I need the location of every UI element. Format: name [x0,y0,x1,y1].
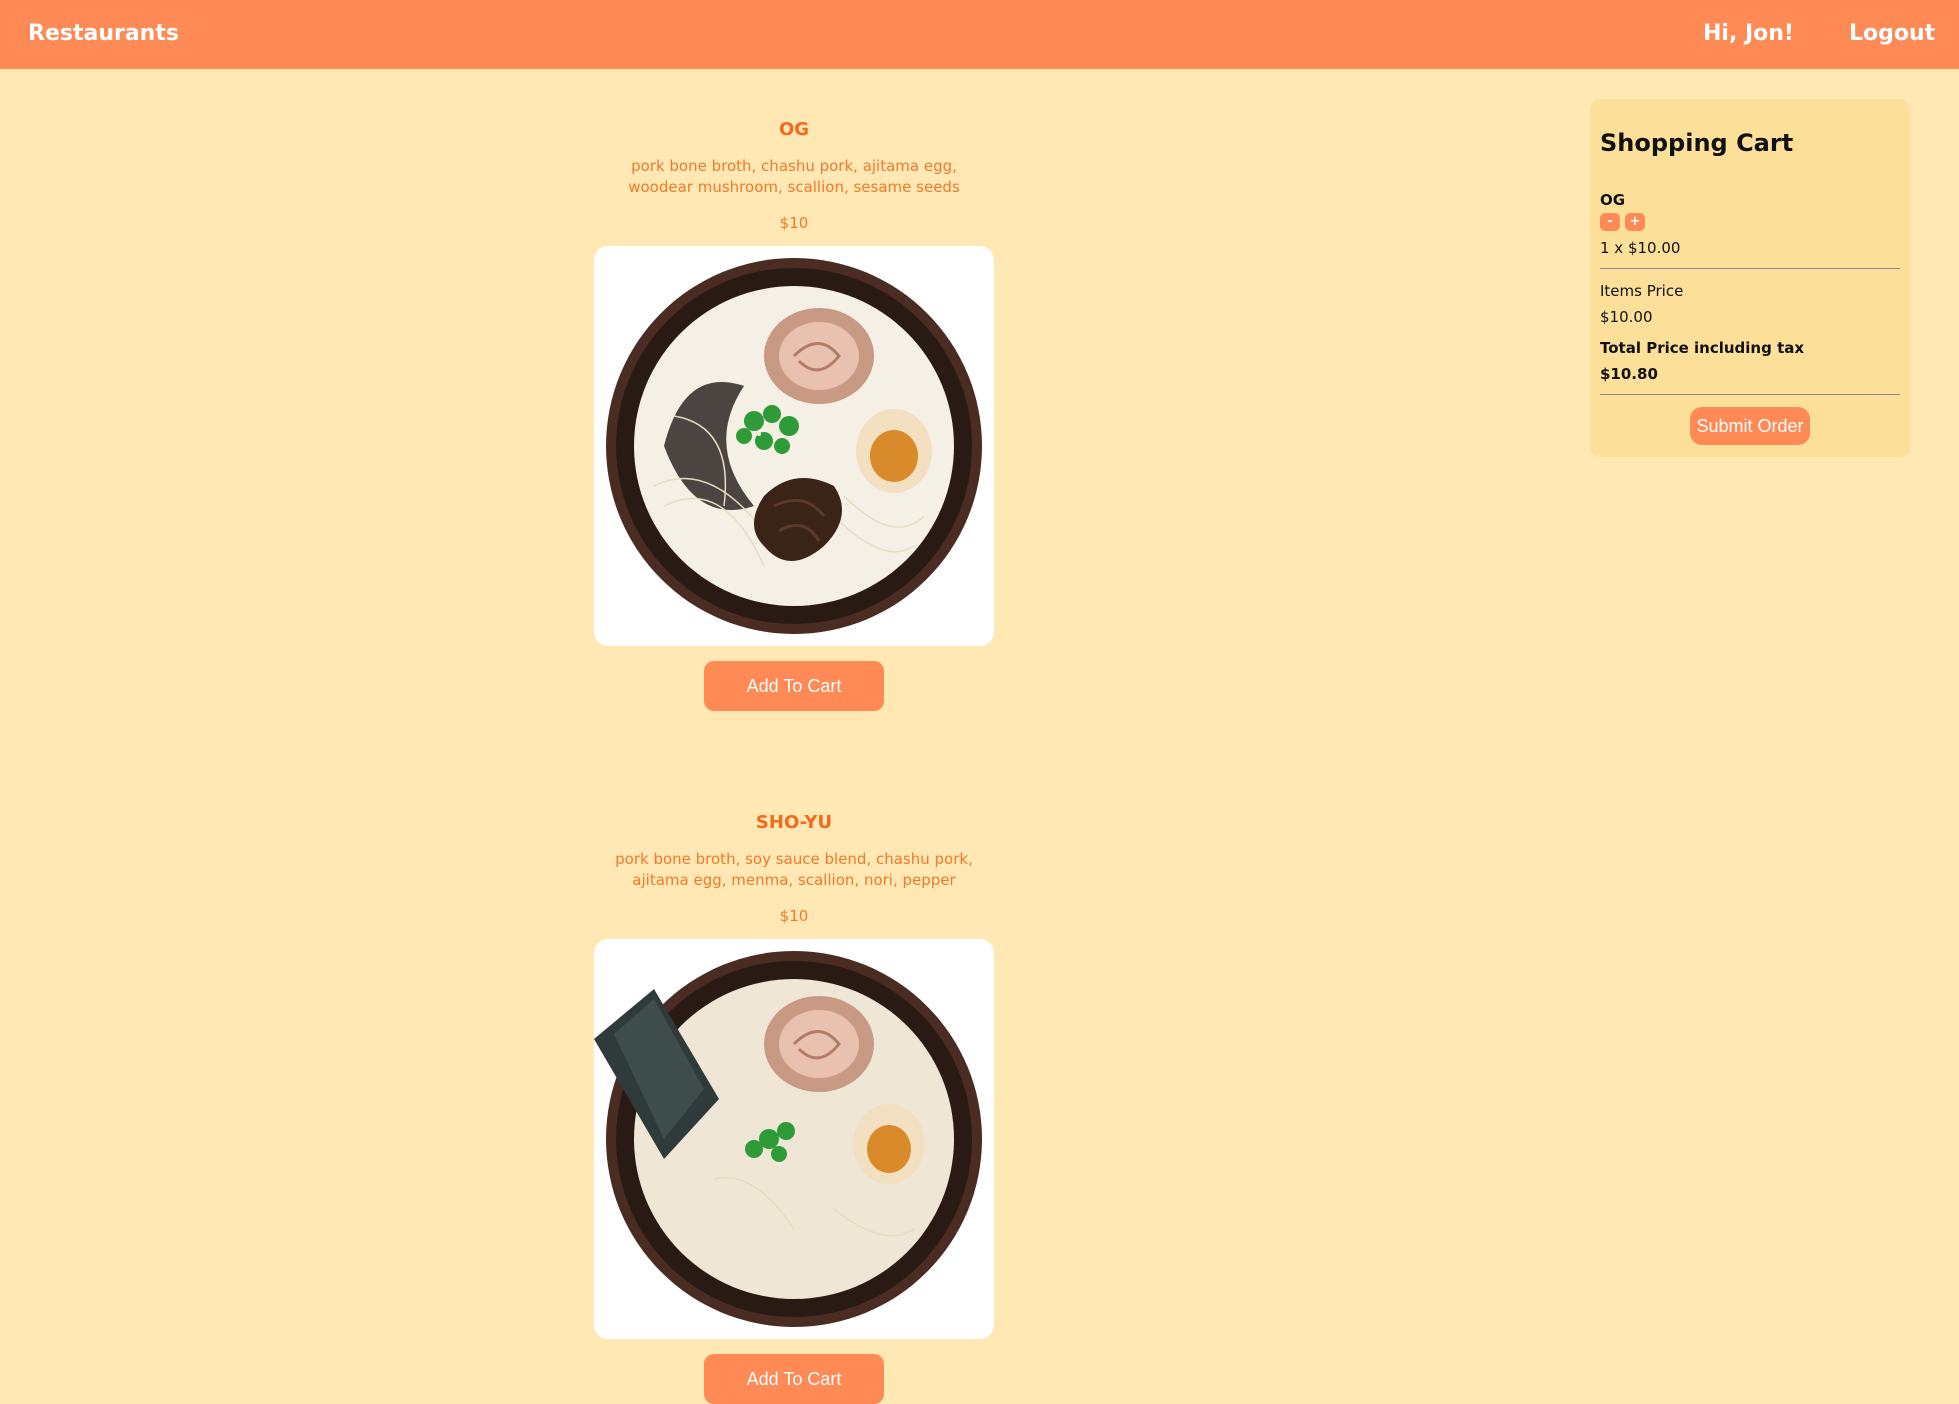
item-price: $10 [779,214,809,232]
og-ramen-photo [594,246,994,646]
shopping-cart-panel: Shopping Cart OG - + 1 x $10.00 Items Pr… [1590,99,1910,457]
menu-item-shoyu: SHO-YU pork bone broth, soy sauce blend,… [594,812,994,1404]
ramen-bowl-illustration [594,951,982,1327]
decrease-quantity-button[interactable]: - [1600,213,1620,231]
items-price-label: Items Price [1600,282,1684,300]
item-description: pork bone broth, soy sauce blend, chashu… [615,850,973,889]
user-greeting-link[interactable]: Hi, Jon! [1703,21,1794,46]
navbar: Restaurants Hi, Jon! Logout [0,0,1959,69]
add-to-cart-button[interactable]: Add To Cart [704,661,884,711]
ramen-bowl-illustration [606,258,982,634]
menu-item-og: OG pork bone broth, chashu pork, ajitama… [594,119,994,711]
items-price-value: $10.00 [1600,308,1653,326]
divider [1600,268,1900,269]
total-price-value: $10.80 [1600,365,1658,383]
logout-link[interactable]: Logout [1849,21,1935,46]
item-name: OG [778,119,810,140]
cart-line-quantity: 1 x $10.00 [1600,239,1681,257]
total-price-label: Total Price including tax [1600,339,1805,357]
increase-quantity-button[interactable]: + [1625,213,1645,231]
cart-title: Shopping Cart [1600,129,1794,157]
add-to-cart-button[interactable]: Add To Cart [704,1354,884,1404]
item-description: pork bone broth, chashu pork, ajitama eg… [628,157,960,196]
item-price: $10 [779,907,809,925]
submit-order-button[interactable]: Submit Order [1690,407,1810,445]
restaurants-link[interactable]: Restaurants [28,21,179,46]
item-name: SHO-YU [755,812,833,833]
shoyu-ramen-photo [594,939,994,1339]
cart-line-name: OG [1600,191,1626,209]
divider [1600,394,1900,395]
